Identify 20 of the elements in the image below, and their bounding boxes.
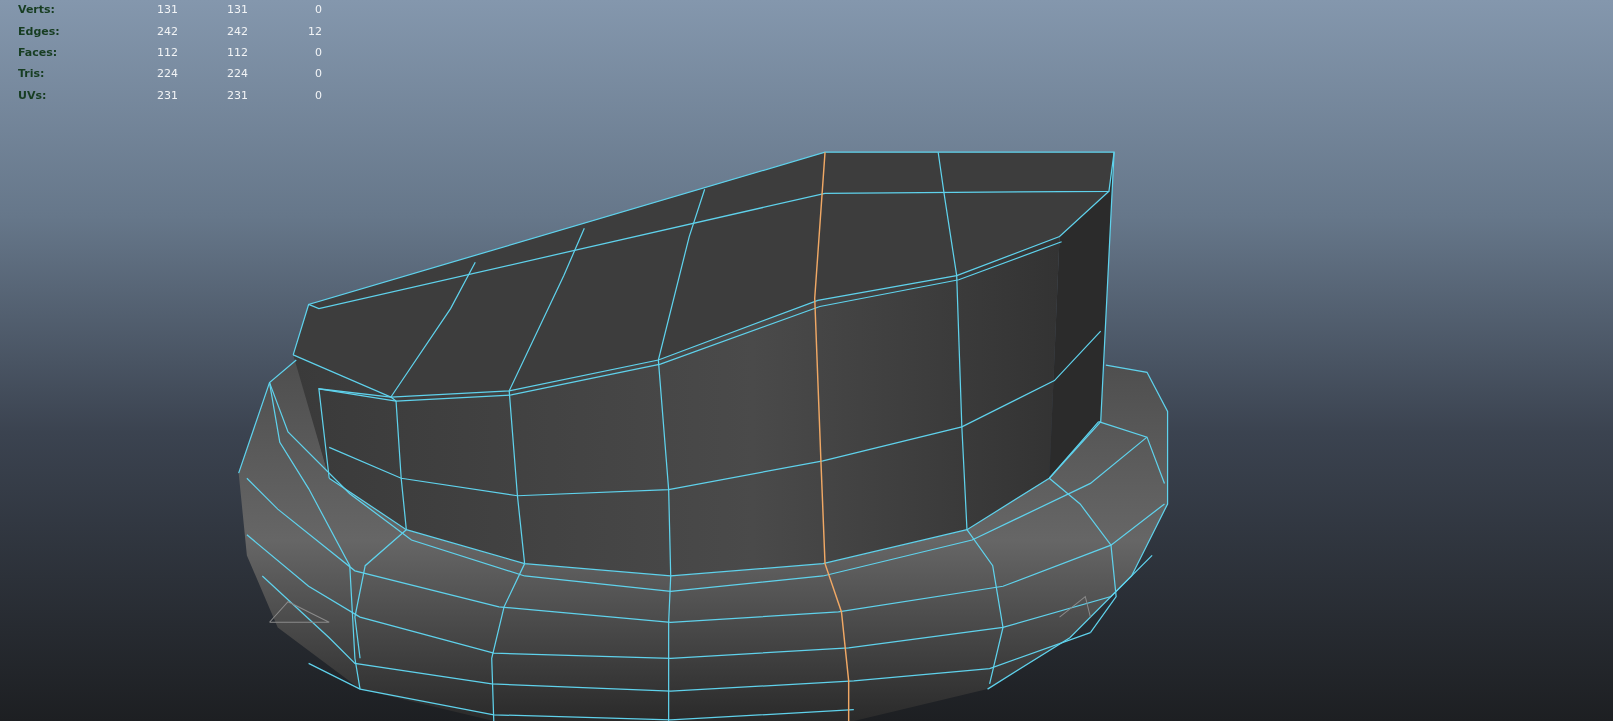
stat-value: 0	[315, 45, 322, 61]
stat-label: Verts:	[17, 2, 55, 19]
stat-value: 112	[157, 45, 178, 61]
stat-value: 231	[227, 87, 248, 104]
stat-label: Edges:	[17, 23, 60, 40]
stat-value: 231	[157, 87, 178, 104]
stat-value: 0	[315, 66, 322, 83]
stat-value: 131	[227, 2, 248, 19]
stat-value: 0	[315, 2, 322, 19]
stat-label: Tris:	[17, 66, 45, 83]
stat-label: Faces:	[17, 45, 58, 61]
stat-value: 131	[157, 2, 178, 19]
stat-value: 112	[227, 45, 248, 61]
stat-value: 0	[315, 87, 322, 104]
stat-value: 12	[308, 23, 322, 40]
stat-value: 224	[157, 66, 178, 83]
stat-value: 242	[157, 23, 178, 40]
stat-label: UVs:	[17, 87, 47, 104]
stat-value: 242	[227, 23, 248, 40]
stat-value: 224	[227, 66, 248, 83]
